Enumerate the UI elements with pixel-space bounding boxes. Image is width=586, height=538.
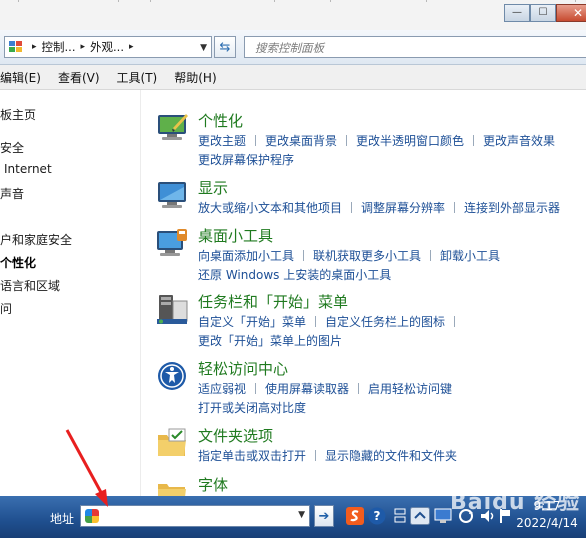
screenshot-root: — ☐ ✕ ▸ 控制... ▸ 外观... ▸ ▼ ⇆ 编辑(E)	[0, 0, 586, 538]
red-annotation-arrow	[65, 429, 108, 507]
